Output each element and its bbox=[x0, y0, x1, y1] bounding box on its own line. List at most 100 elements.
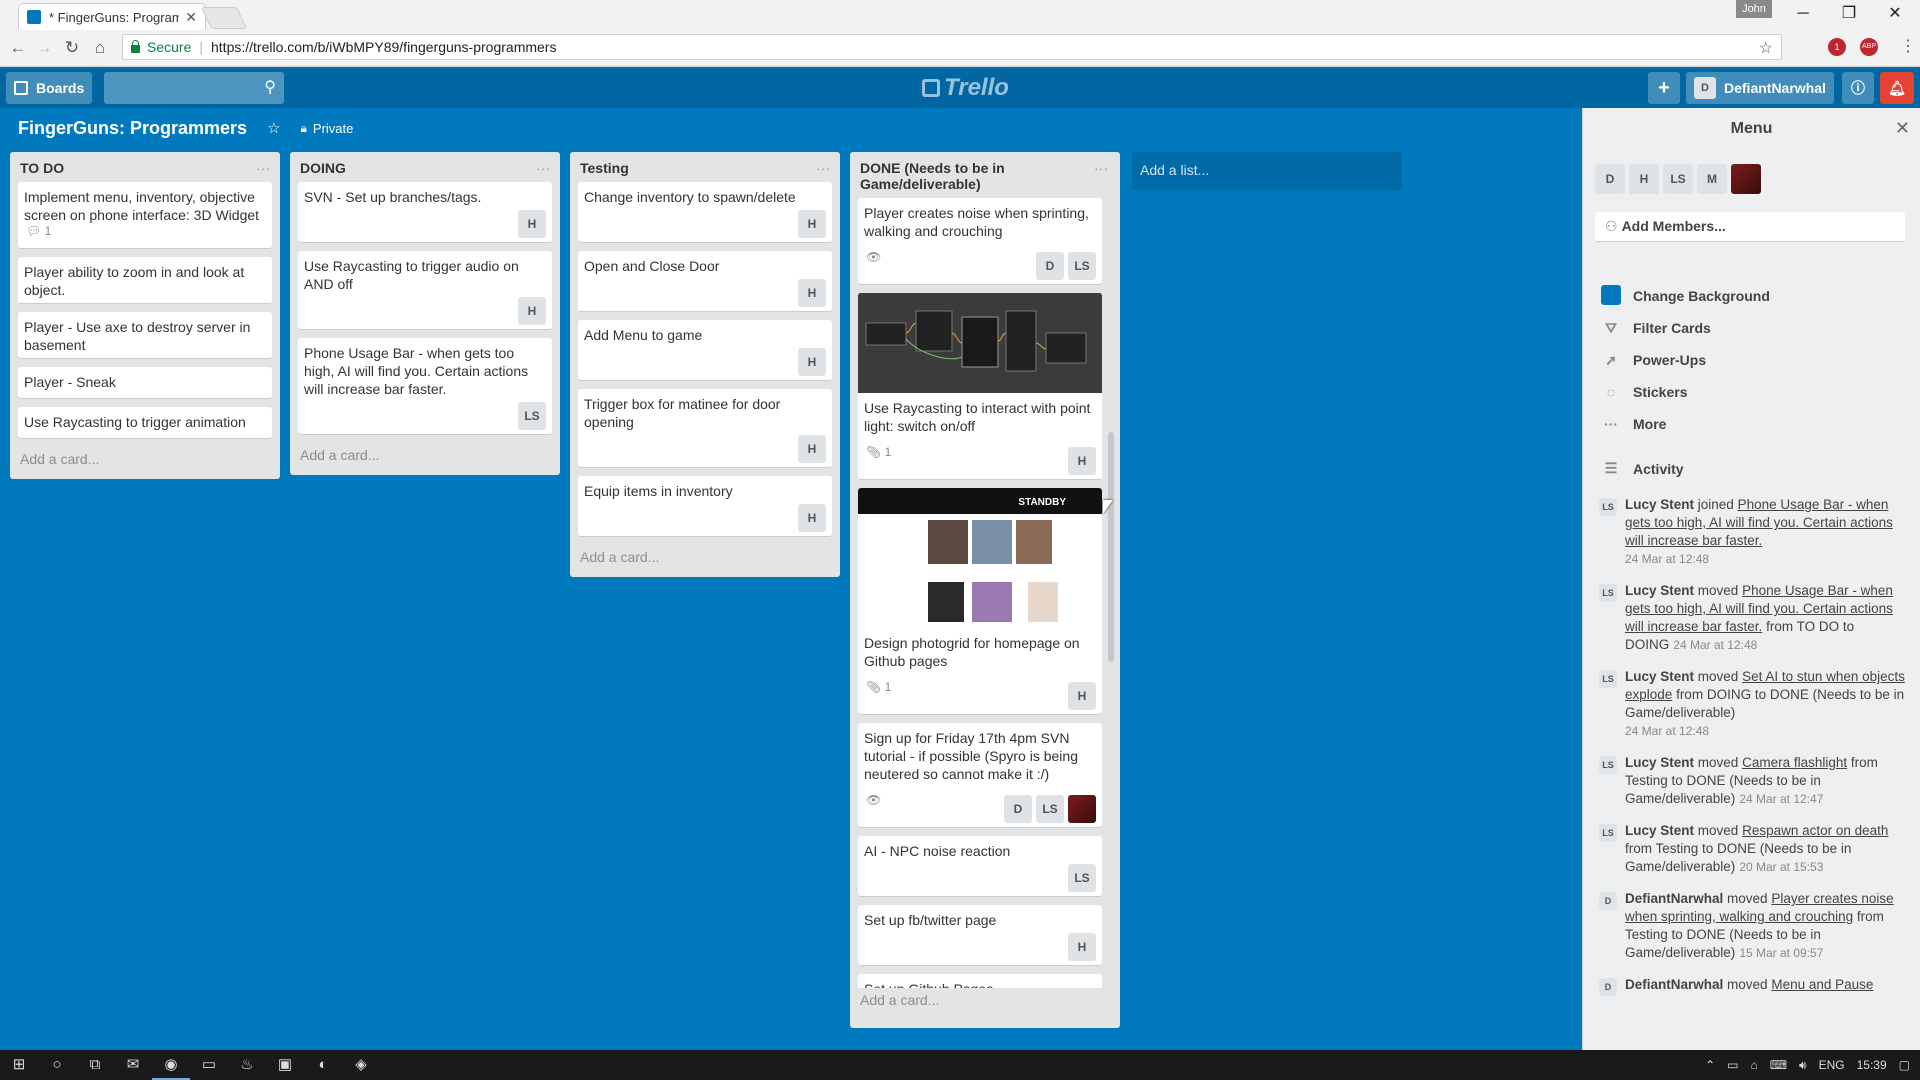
list-card[interactable]: SVN - Set up branches/tags. H bbox=[298, 182, 552, 243]
member-avatar[interactable]: H bbox=[798, 435, 826, 463]
clock[interactable]: 15:39 bbox=[1857, 1058, 1887, 1072]
activity-card-link[interactable]: Camera flashlight bbox=[1742, 755, 1847, 770]
list-card[interactable]: Player ability to zoom in and look at ob… bbox=[18, 257, 272, 304]
filter-cards-item[interactable]: ⛛ Filter Cards bbox=[1601, 312, 1770, 344]
reload-icon[interactable]: ↻ bbox=[60, 36, 84, 60]
app-icon[interactable]: ◐ bbox=[304, 1050, 342, 1080]
task-view-icon[interactable]: ⧉ bbox=[76, 1050, 114, 1080]
trello-logo[interactable]: Trello bbox=[922, 74, 1009, 102]
list-card[interactable]: Open and Close Door H bbox=[578, 251, 832, 312]
activity-avatar[interactable]: D bbox=[1599, 892, 1617, 910]
new-tab-button[interactable] bbox=[200, 7, 248, 29]
list-card[interactable]: STANDBY Design photogrid for homepage on… bbox=[858, 488, 1102, 715]
member-avatar[interactable]: M bbox=[1697, 164, 1727, 194]
add-card-button[interactable]: Add a card... bbox=[298, 443, 552, 467]
activity-user[interactable]: Lucy Stent bbox=[1625, 755, 1694, 770]
activity-user[interactable]: Lucy Stent bbox=[1625, 497, 1694, 512]
activity-avatar[interactable]: LS bbox=[1599, 498, 1617, 516]
activity-user[interactable]: DefiantNarwhal bbox=[1625, 891, 1723, 906]
activity-time[interactable]: 15 Mar at 09:57 bbox=[1739, 946, 1823, 960]
stickers-item[interactable]: ◌ Stickers bbox=[1601, 376, 1770, 408]
app-icon[interactable]: ▣ bbox=[266, 1050, 304, 1080]
activity-card-link[interactable]: Menu and Pause bbox=[1771, 977, 1873, 992]
back-icon[interactable]: ← bbox=[6, 36, 30, 60]
member-avatar[interactable]: H bbox=[1068, 933, 1096, 961]
add-members-button[interactable]: ⚇ Add Members... bbox=[1595, 212, 1905, 242]
address-bar[interactable]: Secure | https://trello.com/b/iWbMPY89/f… bbox=[122, 34, 1782, 60]
activity-user[interactable]: Lucy Stent bbox=[1625, 583, 1694, 598]
member-avatar[interactable]: H bbox=[798, 504, 826, 532]
member-avatar[interactable]: H bbox=[798, 279, 826, 307]
list-title[interactable]: DOING bbox=[300, 160, 346, 176]
boards-button[interactable]: Boards bbox=[6, 72, 93, 104]
list-card[interactable]: Use Raycasting to trigger animation bbox=[18, 407, 272, 439]
activity-user[interactable]: Lucy Stent bbox=[1625, 823, 1694, 838]
notification-center-icon[interactable]: ▢ bbox=[1899, 1058, 1910, 1072]
list-card[interactable]: AI - NPC noise reaction LS bbox=[858, 836, 1102, 897]
restore-icon[interactable]: ❐ bbox=[1826, 0, 1872, 30]
member-avatar[interactable]: LS bbox=[1068, 864, 1096, 892]
steam-icon[interactable]: ♨ bbox=[228, 1050, 266, 1080]
activity-time[interactable]: 20 Mar at 15:53 bbox=[1739, 860, 1823, 874]
activity-avatar[interactable]: LS bbox=[1599, 824, 1617, 842]
create-button[interactable]: + bbox=[1648, 72, 1680, 104]
activity-user[interactable]: Lucy Stent bbox=[1625, 669, 1694, 684]
notifications-button[interactable]: 🔔︎ bbox=[1880, 72, 1914, 104]
list-card[interactable]: Sign up for Friday 17th 4pm SVN tutorial… bbox=[858, 723, 1102, 828]
list-card[interactable]: Player creates noise when sprinting, wal… bbox=[858, 198, 1102, 285]
activity-avatar[interactable]: LS bbox=[1599, 584, 1617, 602]
list-card[interactable]: Set up fb/twitter page H bbox=[858, 905, 1102, 966]
list-header[interactable]: TO DO ··· bbox=[18, 152, 272, 182]
windows-start-icon[interactable]: ⊞ bbox=[0, 1050, 38, 1080]
list-title[interactable]: Testing bbox=[580, 160, 629, 176]
list-card[interactable]: Trigger box for matinee for door opening… bbox=[578, 389, 832, 468]
profile-chip[interactable]: John bbox=[1736, 0, 1772, 18]
file-explorer-icon[interactable]: ▭ bbox=[190, 1050, 228, 1080]
list-card[interactable]: Phone Usage Bar - when gets too high, AI… bbox=[298, 338, 552, 435]
list-card[interactable]: Change inventory to spawn/delete H bbox=[578, 182, 832, 243]
list-card[interactable]: Player - Use axe to destroy server in ba… bbox=[18, 312, 272, 359]
member-avatar[interactable]: H bbox=[518, 297, 546, 325]
star-icon[interactable]: ☆ bbox=[267, 119, 280, 137]
list-header[interactable]: DONE (Needs to be in Game/deliverable) ·… bbox=[858, 152, 1112, 198]
list-title[interactable]: DONE (Needs to be in Game/deliverable) bbox=[860, 160, 1060, 192]
list-card[interactable]: Use Raycasting to interact with point li… bbox=[858, 293, 1102, 480]
list-title[interactable]: TO DO bbox=[20, 160, 64, 176]
network-icon[interactable]: ⌂ bbox=[1750, 1058, 1757, 1072]
app-icon[interactable]: ◈ bbox=[342, 1050, 380, 1080]
member-avatar[interactable]: D bbox=[1036, 252, 1064, 280]
more-item[interactable]: ··· More bbox=[1601, 408, 1770, 440]
member-avatar[interactable]: D bbox=[1595, 164, 1625, 194]
change-background-item[interactable]: Change Background bbox=[1601, 280, 1770, 312]
window-close-icon[interactable]: ✕ bbox=[1872, 0, 1918, 30]
chrome-icon[interactable]: ◉ bbox=[152, 1050, 190, 1080]
member-avatar[interactable]: LS bbox=[1036, 795, 1064, 823]
member-avatar[interactable]: H bbox=[798, 210, 826, 238]
member-avatar[interactable]: LS bbox=[518, 402, 546, 430]
activity-avatar[interactable]: LS bbox=[1599, 756, 1617, 774]
member-avatar[interactable]: H bbox=[1629, 164, 1659, 194]
home-icon[interactable]: ⌂ bbox=[88, 36, 112, 60]
mail-icon[interactable]: ✉ bbox=[114, 1050, 152, 1080]
activity-time[interactable]: 24 Mar at 12:48 bbox=[1625, 722, 1909, 740]
member-avatar[interactable]: H bbox=[1068, 682, 1096, 710]
list-card[interactable]: Set up Github Pages bbox=[858, 974, 1102, 988]
volume-icon[interactable]: 🔊︎ bbox=[1799, 1058, 1807, 1073]
activity-time[interactable]: 24 Mar at 12:48 bbox=[1673, 638, 1757, 652]
info-button[interactable]: ⓘ bbox=[1842, 72, 1874, 104]
member-menu-button[interactable]: D DefiantNarwhal bbox=[1686, 72, 1834, 104]
list-menu-icon[interactable]: ··· bbox=[536, 160, 550, 176]
activity-time[interactable]: 24 Mar at 12:48 bbox=[1625, 550, 1909, 568]
battery-icon[interactable]: ▭ bbox=[1727, 1058, 1738, 1072]
list-menu-icon[interactable]: ··· bbox=[816, 160, 830, 176]
add-card-button[interactable]: Add a card... bbox=[18, 447, 272, 471]
member-avatar[interactable]: LS bbox=[1068, 252, 1096, 280]
add-list-button[interactable]: Add a list... bbox=[1132, 152, 1402, 190]
cortana-icon[interactable]: ○ bbox=[38, 1050, 76, 1080]
add-card-button[interactable]: Add a card... bbox=[858, 988, 1112, 1012]
member-avatar[interactable]: H bbox=[1068, 447, 1096, 475]
close-icon[interactable]: ✕ bbox=[1895, 118, 1910, 139]
power-ups-item[interactable]: ➚ Power-Ups bbox=[1601, 344, 1770, 376]
browser-menu-icon[interactable]: ⋮ bbox=[1900, 36, 1916, 56]
activity-avatar[interactable]: D bbox=[1599, 978, 1617, 996]
